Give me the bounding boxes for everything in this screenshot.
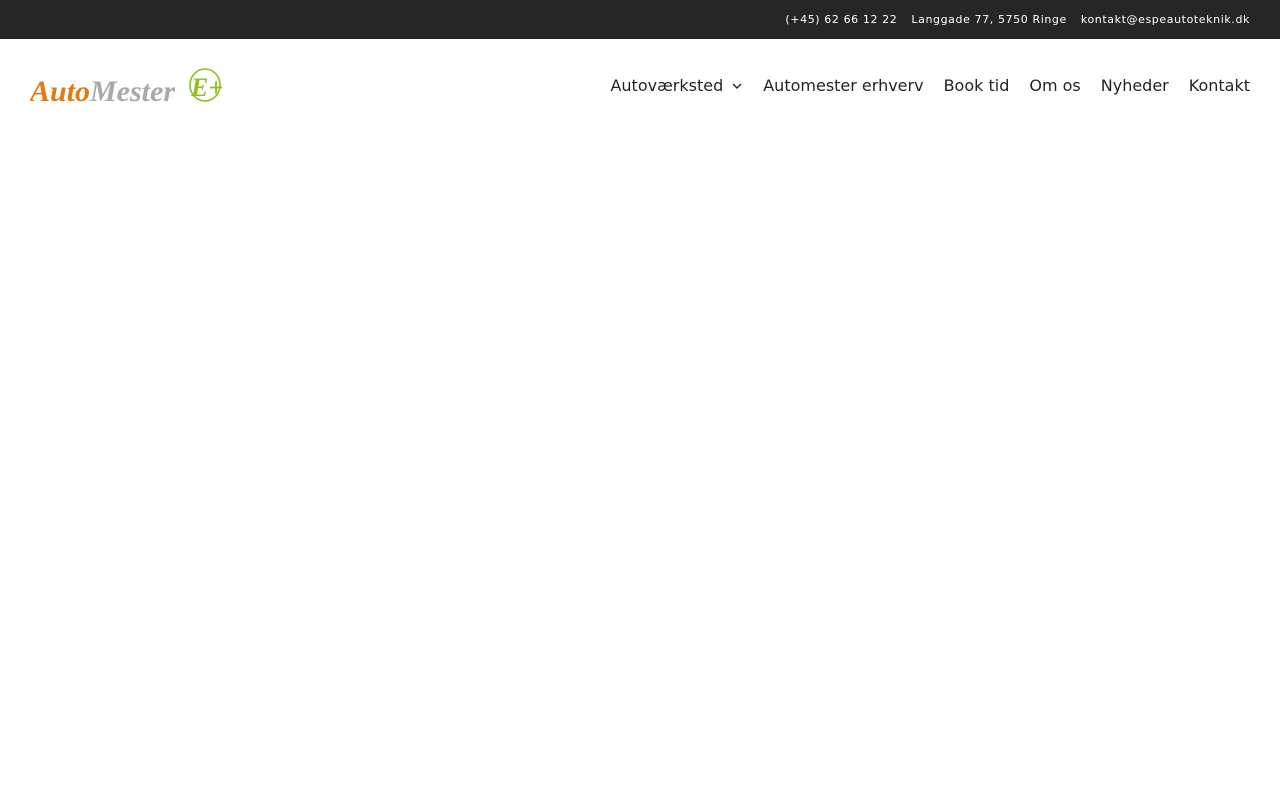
nav-kontakt[interactable]: Kontakt [1189, 76, 1250, 95]
chevron-down-icon [732, 83, 742, 89]
nav-book-tid[interactable]: Book tid [944, 76, 1010, 95]
nav-autovaerksted[interactable]: Autoværksted [610, 76, 743, 95]
logo-mester-text: Mester [89, 75, 175, 107]
automester-logo[interactable]: Auto Mester E+ [28, 67, 223, 108]
nav-om-os[interactable]: Om os [1029, 76, 1080, 95]
main-content-area [0, 135, 1280, 800]
nav-autovaerksted-label: Autoværksted [610, 76, 724, 95]
main-navigation: Autoværksted Automester erhverv Book tid… [610, 76, 1250, 95]
logo-eplus-text: E+ [190, 73, 222, 102]
nav-nyheder[interactable]: Nyheder [1101, 76, 1169, 95]
top-contact-bar: (+45) 62 66 12 22 Langgade 77, 5750 Ring… [0, 0, 1280, 39]
email-link[interactable]: kontakt@espeautoteknik.dk [1081, 13, 1250, 26]
address-link[interactable]: Langgade 77, 5750 Ringe [911, 13, 1067, 26]
site-header: Auto Mester E+ Autoværksted Automester e… [0, 39, 1280, 135]
logo-auto-text: Auto [30, 75, 90, 107]
automester-logo-graphic: Auto Mester E+ [28, 68, 223, 108]
phone-link[interactable]: (+45) 62 66 12 22 [785, 13, 897, 26]
nav-automester-erhverv[interactable]: Automester erhverv [763, 76, 923, 95]
